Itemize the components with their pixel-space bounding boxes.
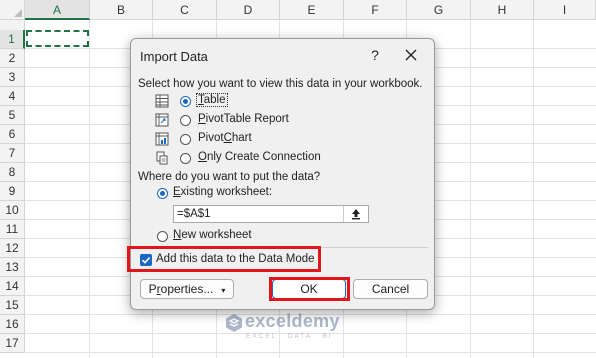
gridline	[89, 20, 90, 358]
help-button[interactable]: ?	[365, 45, 385, 65]
pivottable-radio[interactable]	[180, 115, 191, 126]
select-all-corner[interactable]	[0, 0, 25, 20]
row-header-8[interactable]: 8	[0, 163, 25, 182]
new-worksheet-label[interactable]: New worksheet	[173, 229, 252, 241]
row-header-7[interactable]: 7	[0, 144, 25, 163]
properties-label-pre: P	[148, 282, 157, 296]
existing-worksheet-radio[interactable]	[157, 188, 168, 199]
table-icon	[155, 94, 169, 108]
ok-highlight	[269, 277, 350, 301]
watermark-tagline: EXCEL · DATA · BI	[246, 333, 333, 340]
pivottable-label-rest: ivotTable Report	[205, 113, 289, 125]
properties-button[interactable]: Properties... ▾	[140, 279, 234, 299]
column-header-i[interactable]: I	[534, 0, 596, 20]
row-header-2[interactable]: 2	[0, 49, 25, 68]
pivotchart-accel: C	[223, 132, 232, 144]
view-prompt: Select how you want to view this data in…	[138, 78, 423, 90]
location-prompt: Where do you want to put the data?	[138, 171, 321, 183]
existing-worksheet-label[interactable]: Existing worksheet:	[173, 186, 272, 198]
row-header-14[interactable]: 14	[0, 277, 25, 296]
pivotchart-label-pre: Pivot	[198, 132, 224, 144]
pivottable-option-label[interactable]: PivotTable Report	[198, 113, 289, 125]
row-header-12[interactable]: 12	[0, 239, 25, 258]
row-header-spacer	[0, 20, 25, 30]
watermark-name: exceldemy	[245, 311, 340, 331]
connection-option-label[interactable]: Only Create Connection	[198, 151, 321, 163]
pivottable-icon	[155, 113, 169, 127]
row-header-17[interactable]: 17	[0, 334, 25, 353]
gridline	[533, 20, 534, 358]
column-header-c[interactable]: C	[153, 0, 217, 20]
reference-input[interactable]: =$A$1	[173, 205, 369, 223]
row-header-3[interactable]: 3	[0, 68, 25, 87]
close-icon	[405, 49, 417, 61]
dialog-title: Import Data	[140, 49, 208, 64]
pivotchart-option-label[interactable]: PivotChart	[198, 132, 252, 144]
table-label-rest: able	[203, 94, 226, 106]
existing-label-rest: xisting worksheet:	[180, 186, 273, 198]
exceldemy-watermark: exceldemy EXCEL · DATA · BI	[225, 311, 375, 351]
row-header-9[interactable]: 9	[0, 182, 25, 201]
row-header-13[interactable]: 13	[0, 258, 25, 277]
connection-icon	[156, 151, 168, 165]
column-header-b[interactable]: B	[90, 0, 153, 20]
new-worksheet-radio[interactable]	[157, 231, 168, 242]
column-header-a[interactable]: A	[25, 0, 90, 20]
table-radio[interactable]	[180, 96, 191, 107]
pivotchart-label-rest: hart	[231, 132, 252, 144]
connection-accel: O	[198, 151, 207, 163]
collapse-dialog-button[interactable]	[343, 206, 368, 222]
connection-radio[interactable]	[180, 153, 191, 164]
column-header-g[interactable]: G	[407, 0, 471, 20]
column-header-h[interactable]: H	[471, 0, 534, 20]
gridline	[470, 20, 471, 358]
data-model-highlight	[127, 246, 321, 272]
row-header-10[interactable]: 10	[0, 201, 25, 220]
row-header-15[interactable]: 15	[0, 296, 25, 315]
gridline	[25, 352, 596, 353]
table-option-label[interactable]: Table	[196, 93, 228, 107]
pivotchart-radio[interactable]	[180, 134, 191, 145]
column-header-e[interactable]: E	[280, 0, 344, 20]
connection-label-rest: nly Create Connection	[206, 151, 321, 163]
dropdown-caret-icon: ▾	[221, 286, 226, 295]
cancel-button[interactable]: Cancel	[353, 279, 428, 299]
exceldemy-logo-icon	[226, 314, 242, 332]
new-label-rest: ew worksheet	[181, 229, 252, 241]
row-header-16[interactable]: 16	[0, 315, 25, 334]
row-header-4[interactable]: 4	[0, 87, 25, 106]
import-data-dialog: Import Data ? Select how you want to vie…	[127, 38, 435, 310]
collapse-arrow-icon	[352, 209, 360, 220]
pivotchart-icon	[155, 132, 169, 146]
row-header-6[interactable]: 6	[0, 125, 25, 144]
column-header-f[interactable]: F	[344, 0, 407, 20]
properties-label-rest: operties...	[160, 282, 214, 296]
row-header-1[interactable]: 1	[0, 30, 25, 49]
column-header-d[interactable]: D	[217, 0, 280, 20]
row-header-11[interactable]: 11	[0, 220, 25, 239]
existing-accel: E	[173, 186, 181, 198]
pivottable-accel: P	[198, 113, 206, 125]
close-button[interactable]	[401, 45, 421, 65]
active-cell-a1[interactable]	[26, 30, 89, 47]
row-header-5[interactable]: 5	[0, 106, 25, 125]
